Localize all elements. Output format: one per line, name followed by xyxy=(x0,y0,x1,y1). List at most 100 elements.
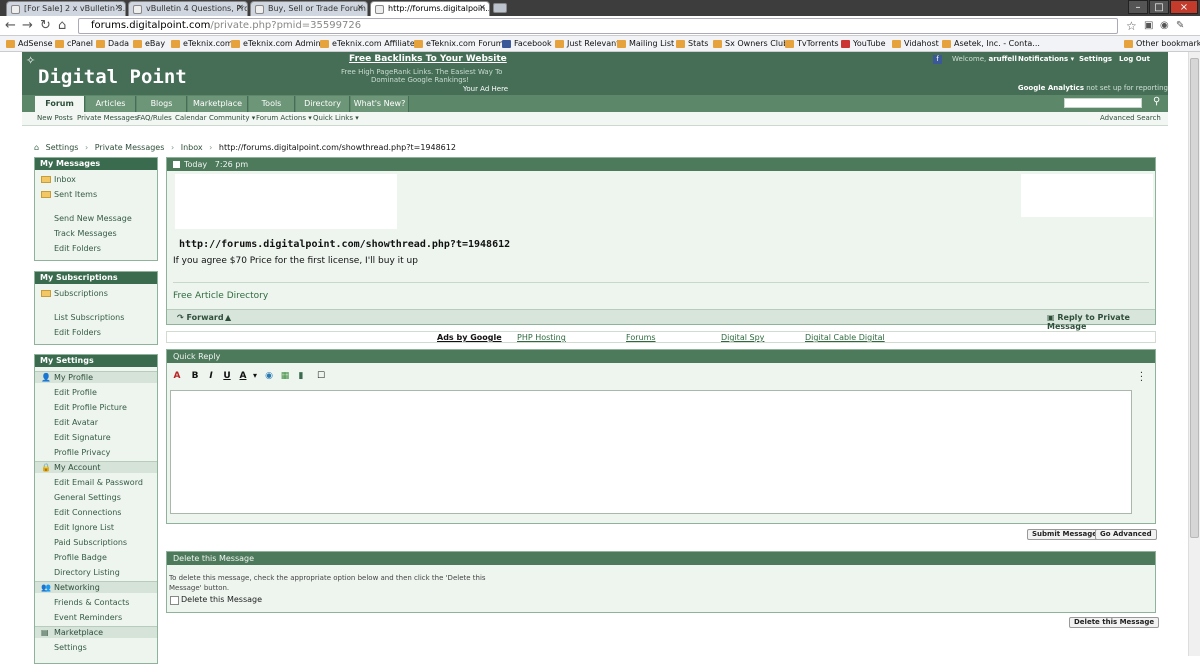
bookmark[interactable]: eTeknix.com Forums xyxy=(414,38,508,50)
subnav-quick-links[interactable]: Quick Links ▾ xyxy=(313,114,359,122)
bold-icon[interactable]: B xyxy=(189,370,201,382)
site-logo[interactable]: Digital Point xyxy=(38,66,187,88)
page-scrollbar[interactable] xyxy=(1188,52,1200,656)
tab-articles[interactable]: Articles xyxy=(86,96,136,112)
bookmark[interactable]: Just Relevant xyxy=(555,38,619,50)
ads-by-google-link[interactable]: Ads by Google xyxy=(437,333,502,342)
sidebar-item-edit-signature[interactable]: Edit Signature xyxy=(54,433,111,442)
sidebar-item-edit-folders[interactable]: Edit Folders xyxy=(54,244,101,253)
logout-link[interactable]: Log Out xyxy=(1119,55,1150,63)
ad-link[interactable]: PHP Hosting xyxy=(517,333,566,342)
sidebar-item-edit-connections[interactable]: Edit Connections xyxy=(54,508,121,517)
tab-directory[interactable]: Directory xyxy=(296,96,350,112)
sidebar-item-directory-listing[interactable]: Directory Listing xyxy=(54,568,120,577)
browser-tab[interactable]: vBulletin 4 Questions, Pro... × xyxy=(128,1,248,16)
go-advanced-button[interactable]: Go Advanced xyxy=(1095,529,1157,540)
submit-message-button[interactable]: Submit Message xyxy=(1027,529,1103,540)
bookmark[interactable]: cPanel xyxy=(55,38,93,50)
bookmark[interactable]: Vidahost xyxy=(892,38,939,50)
other-bookmarks[interactable]: Other bookmarks xyxy=(1124,38,1200,50)
close-tab-icon[interactable]: × xyxy=(356,2,364,15)
close-tab-icon[interactable]: × xyxy=(114,2,122,15)
bookmark[interactable]: YouTube xyxy=(841,38,886,50)
insert-link-icon[interactable]: ◉ xyxy=(263,370,275,382)
bookmark[interactable]: eTeknix.com Affiliates xyxy=(320,38,419,50)
sidebar-item-track-messages[interactable]: Track Messages xyxy=(54,229,117,238)
sidebar-item-edit-profile[interactable]: Edit Profile xyxy=(54,388,97,397)
sidebar-item-inbox[interactable]: Inbox xyxy=(54,175,76,184)
report-icon[interactable]: ▲ xyxy=(225,313,231,322)
sidebar-item-edit-profile-picture[interactable]: Edit Profile Picture xyxy=(54,403,127,412)
sidebar-item-marketplace-settings[interactable]: Settings xyxy=(54,643,87,652)
maximize-window-button[interactable]: □ xyxy=(1149,0,1169,14)
sidebar-item-friends-contacts[interactable]: Friends & Contacts xyxy=(54,598,129,607)
bookmark[interactable]: Mailing List xyxy=(617,38,674,50)
bookmark[interactable]: Facebook xyxy=(502,38,552,50)
italic-icon[interactable]: I xyxy=(205,370,217,382)
banner-ad-headline[interactable]: Free Backlinks To Your Website xyxy=(349,54,507,64)
sidebar-item-profile-badge[interactable]: Profile Badge xyxy=(54,553,107,562)
sidebar-item-edit-email-password[interactable]: Edit Email & Password xyxy=(54,478,143,487)
sidebar-item-general-settings[interactable]: General Settings xyxy=(54,493,121,502)
notifications-menu[interactable]: Notifications ▾ xyxy=(1018,55,1074,63)
back-icon[interactable]: ← xyxy=(5,19,16,33)
subnav-private-messages[interactable]: Private Messages xyxy=(77,114,138,122)
bookmark[interactable]: Dada xyxy=(96,38,129,50)
sidebar-item-subscriptions[interactable]: Subscriptions xyxy=(54,289,108,298)
username-link[interactable]: aruffell xyxy=(988,55,1016,63)
home-icon[interactable]: ⌂ xyxy=(58,19,66,33)
tab-blogs[interactable]: Blogs xyxy=(137,96,187,112)
forward-icon[interactable]: → xyxy=(22,19,33,33)
tab-tools[interactable]: Tools xyxy=(249,96,295,112)
search-input[interactable] xyxy=(1064,98,1142,108)
subnav-new-posts[interactable]: New Posts xyxy=(37,114,73,122)
reply-textarea[interactable] xyxy=(170,390,1132,514)
text-color-icon[interactable]: A xyxy=(237,370,249,382)
facebook-icon[interactable]: f xyxy=(933,55,942,64)
ad-link[interactable]: Forums xyxy=(626,333,656,342)
close-tab-icon[interactable]: × xyxy=(236,2,244,15)
close-window-button[interactable]: × xyxy=(1170,0,1198,14)
bookmark[interactable]: AdSense xyxy=(6,38,53,50)
tab-whats-new[interactable]: What's New? xyxy=(351,96,409,112)
underline-icon[interactable]: U xyxy=(221,370,233,382)
bookmark[interactable]: Asetek, Inc. - Conta... xyxy=(942,38,1040,50)
subnav-forum-actions[interactable]: Forum Actions ▾ xyxy=(256,114,312,122)
forward-button[interactable]: ↷ Forward xyxy=(177,313,224,322)
chevron-down-icon[interactable]: ▾ xyxy=(249,370,261,382)
extension-icon[interactable]: ◉ xyxy=(1160,19,1169,33)
sidebar-item-edit-ignore-list[interactable]: Edit Ignore List xyxy=(54,523,114,532)
sidebar-item-edit-avatar[interactable]: Edit Avatar xyxy=(54,418,98,427)
ga-label[interactable]: Google Analytics xyxy=(1018,84,1084,92)
browser-tab[interactable]: Buy, Sell or Trade Forum × xyxy=(250,1,368,16)
insert-image-icon[interactable]: ▦ xyxy=(279,370,291,382)
signature-link[interactable]: Free Article Directory xyxy=(173,291,268,301)
your-ad-here-link[interactable]: Your Ad Here xyxy=(463,85,508,93)
subnav-faq-rules[interactable]: FAQ/Rules xyxy=(137,114,172,122)
address-bar[interactable]: forums.digitalpoint.com/private.php?pmid… xyxy=(78,18,1118,34)
tab-forum[interactable]: Forum xyxy=(35,96,85,112)
bookmark[interactable]: eTeknix.com Admin xyxy=(231,38,321,50)
sidebar-item-paid-subscriptions[interactable]: Paid Subscriptions xyxy=(54,538,127,547)
breadcrumb-private-messages[interactable]: Private Messages xyxy=(95,143,165,152)
breadcrumb-inbox[interactable]: Inbox xyxy=(181,143,203,152)
bookmark[interactable]: eBay xyxy=(133,38,165,50)
sidebar-item-edit-folders[interactable]: Edit Folders xyxy=(54,328,101,337)
reload-icon[interactable]: ↻ xyxy=(40,19,51,33)
bookmark[interactable]: Stats xyxy=(676,38,708,50)
browser-tab[interactable]: [For Sale] 2 x vBulletin 3.x...× xyxy=(6,1,126,16)
font-icon[interactable]: A xyxy=(171,370,183,382)
ad-link[interactable]: Digital Spy xyxy=(721,333,764,342)
sidebar-item-list-subscriptions[interactable]: List Subscriptions xyxy=(54,313,124,322)
bookmark-star-icon[interactable]: ☆ xyxy=(1126,19,1137,33)
delete-checkbox[interactable] xyxy=(170,596,179,605)
ad-link[interactable]: Digital Cable Digital xyxy=(805,333,885,342)
extension-icon[interactable]: ▣ xyxy=(1144,19,1153,33)
subnav-community[interactable]: Community ▾ xyxy=(209,114,255,122)
subnav-calendar[interactable]: Calendar xyxy=(175,114,206,122)
bookmark[interactable]: Sx Owners Club xyxy=(713,38,788,50)
more-options-icon[interactable]: · · · xyxy=(1140,369,1143,387)
tab-marketplace[interactable]: Marketplace xyxy=(188,96,248,112)
wrench-icon[interactable]: ✎ xyxy=(1176,19,1184,33)
settings-link[interactable]: Settings xyxy=(1079,55,1112,63)
